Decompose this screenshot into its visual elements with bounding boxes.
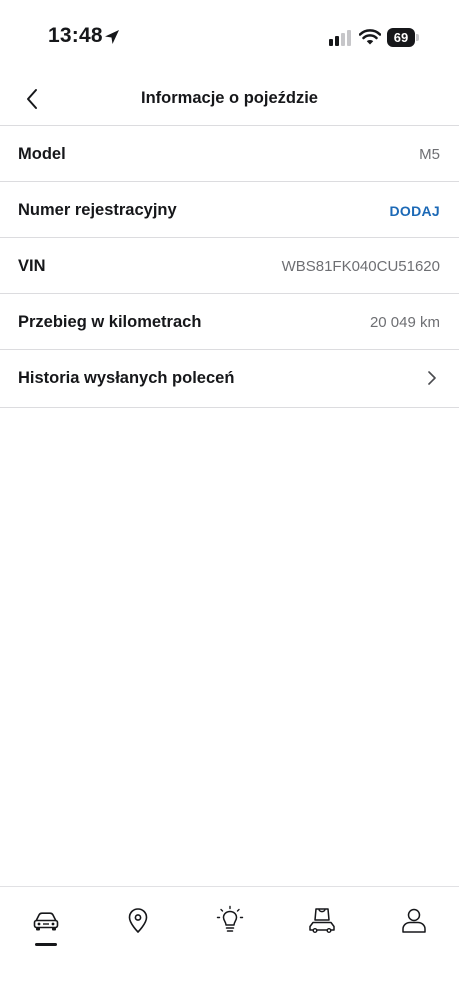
command-history-row[interactable]: Historia wysłanych poleceń <box>0 350 459 408</box>
nav-header: Informacje o pojeździe <box>0 74 459 126</box>
tab-bar <box>0 886 459 999</box>
command-history-label: Historia wysłanych poleceń <box>18 369 235 387</box>
map-pin-icon <box>128 908 148 933</box>
shop-car-icon <box>309 908 335 934</box>
tab-map[interactable] <box>108 905 168 955</box>
vin-row: VIN WBS81FK040CU51620 <box>0 238 459 294</box>
lightbulb-icon <box>216 905 244 932</box>
tab-shop[interactable] <box>292 905 352 955</box>
battery-tip <box>416 34 419 41</box>
vin-label: VIN <box>18 257 46 275</box>
wifi-icon <box>359 29 381 45</box>
profile-icon <box>402 908 426 933</box>
mileage-label: Przebieg w kilometrach <box>18 313 202 331</box>
model-label: Model <box>18 145 66 163</box>
battery-icon: 69 <box>387 28 419 47</box>
mileage-row: Przebieg w kilometrach 20 049 km <box>0 294 459 350</box>
model-value: M5 <box>419 146 440 163</box>
add-registration-button[interactable]: DODAJ <box>389 203 440 219</box>
vin-value: WBS81FK040CU51620 <box>281 258 440 275</box>
vehicle-info-list: Model M5 Numer rejestracyjny DODAJ VIN W… <box>0 126 459 408</box>
registration-label: Numer rejestracyjny <box>18 201 177 219</box>
cellular-signal-icon <box>329 30 351 46</box>
model-row: Model M5 <box>0 126 459 182</box>
car-icon <box>33 912 59 931</box>
tab-profile[interactable] <box>384 905 444 955</box>
location-arrow-icon <box>105 30 119 44</box>
chevron-right-icon <box>428 371 436 385</box>
page-title: Informacje o pojeździe <box>141 89 318 107</box>
battery-level: 69 <box>387 28 415 47</box>
tab-vehicle[interactable] <box>16 905 76 955</box>
status-time: 13:48 <box>48 24 103 47</box>
mileage-value: 20 049 km <box>369 314 440 331</box>
registration-row: Numer rejestracyjny DODAJ <box>0 182 459 238</box>
status-bar: 13:48 69 <box>0 0 459 74</box>
tab-discover[interactable] <box>200 905 260 955</box>
active-tab-indicator <box>35 943 57 946</box>
